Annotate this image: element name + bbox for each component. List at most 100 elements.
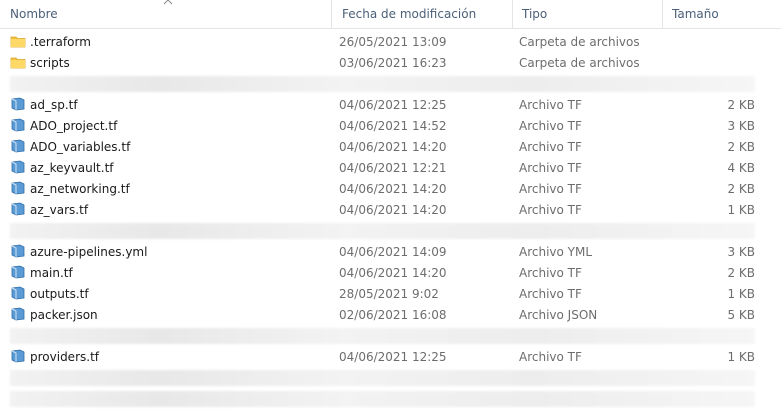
file-row[interactable]: az_keyvault.tf 04/06/2021 12:21 Archivo TF… [0, 158, 781, 179]
file-type: Archivo JSON [519, 308, 598, 322]
redaction-blur [10, 76, 755, 92]
file-date: 04/06/2021 12:21 [339, 161, 447, 175]
file-size [662, 32, 755, 53]
file-date: 28/05/2021 9:02 [339, 287, 439, 301]
file-icon [10, 307, 26, 321]
file-name-cell: ad_sp.tf [10, 95, 330, 116]
file-name: az_keyvault.tf [30, 161, 114, 175]
file-name-cell: providers.tf [10, 347, 330, 368]
redaction-blur [10, 223, 755, 239]
file-icon [10, 118, 26, 132]
file-date: 26/05/2021 13:09 [339, 35, 447, 49]
redacted-row [0, 389, 781, 410]
file-name: .terraform [30, 35, 91, 49]
file-date: 02/06/2021 16:08 [339, 308, 447, 322]
file-type: Archivo TF [519, 140, 582, 154]
file-name: outputs.tf [30, 287, 89, 301]
file-size: 2 KB [727, 98, 755, 112]
file-type: Archivo TF [519, 266, 582, 280]
column-header-name-label: Nombre [10, 7, 58, 21]
file-type: Carpeta de archivos [519, 56, 640, 70]
file-type: Archivo YML [519, 245, 593, 259]
file-name: providers.tf [30, 350, 99, 364]
file-name: main.tf [30, 266, 73, 280]
file-date: 04/06/2021 14:20 [339, 266, 447, 280]
file-size: 5 KB [727, 308, 755, 322]
file-type: Carpeta de archivos [519, 35, 640, 49]
file-icon [10, 160, 26, 174]
file-date: 04/06/2021 14:20 [339, 203, 447, 217]
file-row[interactable]: outputs.tf 28/05/2021 9:02 Archivo TF 1 KB [0, 284, 781, 305]
file-icon [10, 265, 26, 279]
redaction-blur [10, 391, 755, 407]
file-name-cell: main.tf [10, 263, 330, 284]
file-type: Archivo TF [519, 350, 582, 364]
column-header-date[interactable]: Fecha de modificación [332, 0, 513, 28]
folder-row[interactable]: scripts 03/06/2021 16:23 Carpeta de archiv… [0, 53, 781, 74]
file-type: Archivo TF [519, 182, 582, 196]
column-header-type-label: Tipo [522, 7, 548, 21]
file-row[interactable]: azure-pipelines.yml 04/06/2021 14:09 Archi… [0, 242, 781, 263]
column-header-date-label: Fecha de modificación [342, 7, 477, 21]
file-icon [10, 244, 26, 258]
file-row[interactable]: az_vars.tf 04/06/2021 14:20 Archivo TF 1 KB [0, 200, 781, 221]
file-name: az_networking.tf [30, 182, 130, 196]
file-icon [10, 286, 26, 300]
file-icon [10, 349, 26, 363]
file-size: 2 KB [727, 182, 755, 196]
file-size: 2 KB [727, 266, 755, 280]
file-size: 1 KB [727, 350, 755, 364]
redacted-row [0, 368, 781, 389]
file-name: ad_sp.tf [30, 98, 78, 112]
file-row[interactable]: ADO_variables.tf 04/06/2021 14:20 Archivo … [0, 137, 781, 158]
file-date: 04/06/2021 14:20 [339, 140, 447, 154]
file-name: ADO_project.tf [30, 119, 118, 133]
column-header-name[interactable]: Nombre [0, 0, 332, 28]
file-name-cell: azure-pipelines.yml [10, 242, 330, 263]
redaction-blur [10, 328, 755, 344]
file-type: Archivo TF [519, 287, 582, 301]
redaction-blur [10, 370, 755, 386]
column-header-bar: Nombre Fecha de modificación Tipo Tamaño [0, 0, 781, 29]
file-row[interactable]: ADO_project.tf 04/06/2021 14:52 Archivo TF… [0, 116, 781, 137]
file-name-cell: az_vars.tf [10, 200, 330, 221]
file-size: 4 KB [727, 161, 755, 175]
file-name: scripts [30, 56, 70, 70]
file-type: Archivo TF [519, 98, 582, 112]
file-name-cell: packer.json [10, 305, 330, 326]
file-icon [10, 181, 26, 195]
file-name-cell: scripts [10, 53, 330, 74]
folder-row[interactable]: .terraform 26/05/2021 13:09 Carpeta de arc… [0, 32, 781, 53]
file-name-cell: .terraform [10, 32, 330, 53]
file-name: packer.json [30, 308, 98, 322]
file-name: az_vars.tf [30, 203, 89, 217]
file-row[interactable]: providers.tf 04/06/2021 12:25 Archivo TF 1 … [0, 347, 781, 368]
file-row[interactable]: az_networking.tf 04/06/2021 14:20 Archivo … [0, 179, 781, 200]
redacted-row [0, 326, 781, 347]
file-size: 3 KB [727, 119, 755, 133]
file-name: azure-pipelines.yml [30, 245, 148, 259]
folder-icon [10, 34, 26, 48]
file-date: 04/06/2021 12:25 [339, 350, 447, 364]
column-header-size[interactable]: Tamaño [662, 0, 781, 28]
file-name-cell: az_keyvault.tf [10, 158, 330, 179]
chevron-up-icon [163, 0, 173, 6]
file-row[interactable]: ad_sp.tf 04/06/2021 12:25 Archivo TF 2 KB [0, 95, 781, 116]
file-date: 04/06/2021 14:52 [339, 119, 447, 133]
column-header-type[interactable]: Tipo [512, 0, 663, 28]
file-icon [10, 139, 26, 153]
file-size: 3 KB [727, 245, 755, 259]
folder-icon [10, 55, 26, 69]
file-size: 1 KB [727, 287, 755, 301]
file-type: Archivo TF [519, 119, 582, 133]
file-row[interactable]: main.tf 04/06/2021 14:20 Archivo TF 2 KB [0, 263, 781, 284]
file-name: ADO_variables.tf [30, 140, 131, 154]
file-size: 1 KB [727, 203, 755, 217]
file-name-cell: ADO_variables.tf [10, 137, 330, 158]
redacted-row [0, 221, 781, 242]
file-icon [10, 97, 26, 111]
file-name-cell: outputs.tf [10, 284, 330, 305]
file-row[interactable]: packer.json 02/06/2021 16:08 Archivo JSON 5… [0, 305, 781, 326]
file-type: Archivo TF [519, 203, 582, 217]
file-date: 03/06/2021 16:23 [339, 56, 447, 70]
